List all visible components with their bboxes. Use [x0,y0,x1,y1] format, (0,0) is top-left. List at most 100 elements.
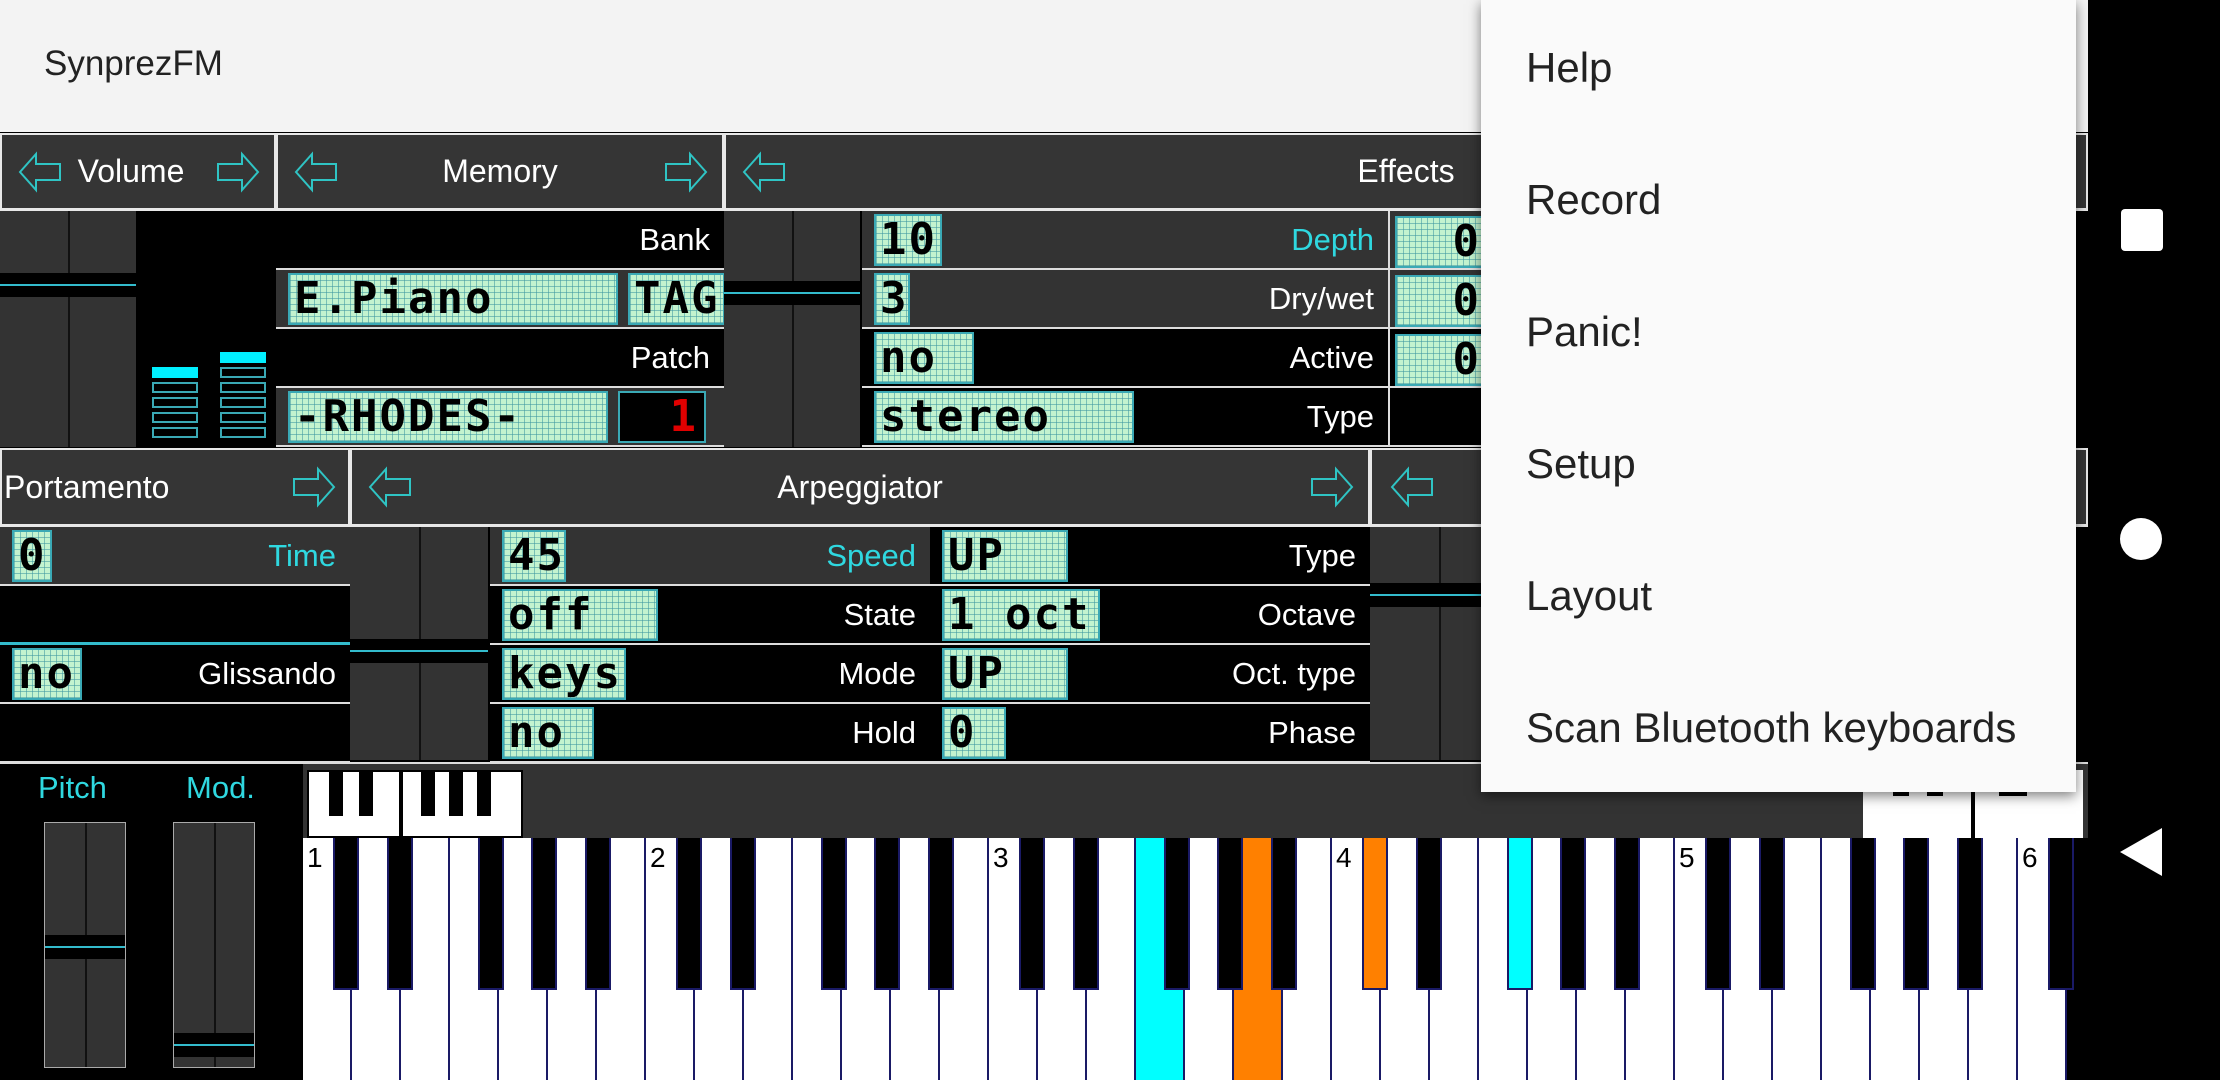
value-group: no [502,706,594,759]
slider-thumb[interactable] [724,281,860,305]
lcd-value[interactable]: UP [942,529,1068,582]
black-key-A#1[interactable] [585,838,612,990]
black-key-C#1[interactable] [333,838,360,990]
lcd-value[interactable]: 0 [1395,216,1487,268]
menu-item-panic[interactable]: Panic! [1526,308,1643,356]
black-key-G#1[interactable] [531,838,558,990]
black-key-F#1[interactable] [478,838,505,990]
param-row-mode[interactable]: keys Mode [490,645,930,704]
param-label: Oct. type [1231,655,1356,691]
black-key-A#2[interactable] [928,838,955,990]
menu-item-help[interactable]: Help [1526,44,1612,92]
pitch-wheel-slider[interactable] [44,822,126,1068]
black-key-G#4[interactable] [1560,838,1587,990]
recents-icon[interactable] [2121,209,2163,251]
prev-arrow-icon[interactable] [1390,465,1434,509]
black-key-D#3[interactable] [1073,838,1100,990]
lcd-value[interactable]: 0 [12,529,52,582]
param-row-oct-type[interactable]: UP Oct. type [930,645,1370,704]
slider-thumb[interactable] [0,273,136,297]
lcd-value[interactable]: 45 [502,529,566,582]
black-key-F#5[interactable] [1850,838,1877,990]
prev-arrow-icon[interactable] [18,150,62,194]
param-row-glissando[interactable]: no Glissando [0,645,350,704]
lcd-value[interactable]: 0 [1395,275,1487,327]
mod-wheel-slider[interactable] [173,822,255,1068]
param-cell[interactable]: 0 [1388,329,1488,388]
prev-arrow-icon[interactable] [294,150,338,194]
lcd-value[interactable]: 1 oct [942,588,1100,641]
effects-slider[interactable] [724,211,862,447]
value-group: stereo [874,390,1134,443]
black-key-C#6[interactable] [2048,838,2075,990]
menu-item-setup[interactable]: Setup [1526,440,1636,488]
home-icon[interactable] [2120,518,2162,560]
lcd-value[interactable]: no [502,706,594,759]
black-key-G#3[interactable] [1217,838,1244,990]
param-cell[interactable]: 0 [1388,211,1488,270]
param-row-hold[interactable]: no Hold [490,704,930,763]
prev-arrow-icon[interactable] [368,465,412,509]
param-row-depth[interactable]: 10 Depth [862,211,1388,270]
lcd-value[interactable]: no [12,647,82,700]
param-row-state[interactable]: off State [490,586,930,645]
lcd-value[interactable]: off [502,588,658,641]
param-row-patch[interactable]: Patch [276,329,724,388]
param-row-time[interactable]: 0 Time [0,527,350,586]
param-row-octave[interactable]: 1 oct Octave [930,586,1370,645]
black-key-A#3[interactable] [1271,838,1298,990]
black-key-F#3[interactable] [1164,838,1191,990]
lcd-value[interactable]: 0 [1395,334,1487,386]
black-key-D#2[interactable] [730,838,757,990]
lcd-value[interactable]: UP [942,647,1068,700]
lcd-value[interactable]: 3 [874,272,910,325]
black-key-C#4[interactable] [1362,838,1389,990]
param-cell[interactable]: 0 [1388,270,1488,329]
black-key-F#2[interactable] [821,838,848,990]
black-key-A#4[interactable] [1614,838,1641,990]
lcd-value[interactable]: -RHODES- [288,390,608,443]
black-key-A#5[interactable] [1957,838,1984,990]
keyboard-overview-left[interactable] [307,770,523,838]
black-key-D#5[interactable] [1759,838,1786,990]
value-group: 3 [874,272,910,325]
param-row-empty[interactable]: E.Piano TAG [276,270,726,329]
menu-item-record[interactable]: Record [1526,176,1661,224]
param-row-speed[interactable]: 45 Speed [490,527,930,586]
lcd-value[interactable]: 10 [874,213,942,266]
lcd-value[interactable]: stereo [874,390,1134,443]
next-arrow-icon[interactable] [664,150,708,194]
next-arrow-icon[interactable] [1310,465,1354,509]
param-cell[interactable] [1388,388,1488,447]
param-row-phase[interactable]: 0 Phase [930,704,1370,763]
lcd-value[interactable]: no [874,331,974,384]
black-key-C#5[interactable] [1705,838,1732,990]
black-key-D#4[interactable] [1416,838,1443,990]
next-arrow-icon[interactable] [216,150,260,194]
lcd-value[interactable]: E.Piano [288,272,618,325]
octave-label: 5 [1679,842,1695,873]
menu-item-scan-bluetooth-keyboards[interactable]: Scan Bluetooth keyboards [1526,704,2016,752]
next-arrow-icon[interactable] [292,465,336,509]
param-row-dry-wet[interactable]: 3 Dry/wet [862,270,1388,329]
param-row-active[interactable]: no Active [862,329,1388,388]
volume-slider[interactable] [0,211,138,447]
black-key-C#2[interactable] [676,838,703,990]
lcd-value[interactable]: keys [502,647,626,700]
param-row-type[interactable]: stereo Type [862,388,1388,447]
menu-item-layout[interactable]: Layout [1526,572,1652,620]
arpeggiator-slider[interactable] [350,527,490,760]
black-key-D#1[interactable] [387,838,414,990]
lcd-value[interactable]: 0 [942,706,1006,759]
back-icon[interactable] [2118,826,2164,878]
black-key-G#5[interactable] [1903,838,1930,990]
param-row-type[interactable]: UP Type [930,527,1370,586]
lcd-value-tag[interactable]: TAG [628,272,726,325]
black-key-G#2[interactable] [874,838,901,990]
black-key-F#4[interactable] [1507,838,1534,990]
param-row-bank[interactable]: Bank [276,211,724,270]
slider-thumb[interactable] [350,639,488,663]
param-row-empty[interactable]: -RHODES- 1 [276,388,724,447]
black-key-C#3[interactable] [1019,838,1046,990]
prev-arrow-icon[interactable] [742,150,786,194]
